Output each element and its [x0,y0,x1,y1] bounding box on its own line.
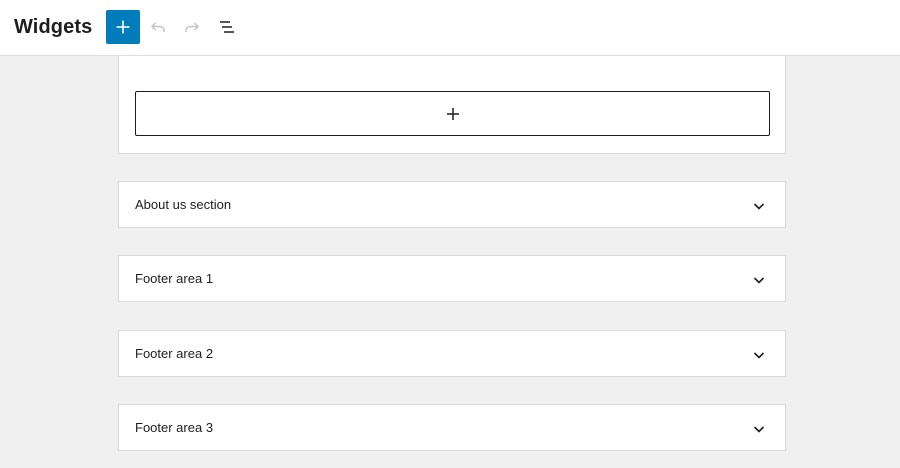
widget-area-label: Footer area 3 [135,420,214,435]
widget-area-open-block [118,56,786,154]
undo-button[interactable] [145,14,171,40]
header-toolbar: Widgets [0,0,900,56]
page-title: Widgets [14,16,93,38]
chevron-down-icon [751,347,767,363]
widget-area-footer-3[interactable]: Footer area 3 [118,404,786,451]
add-block-button[interactable] [106,10,140,44]
redo-button[interactable] [179,14,205,40]
widget-area-footer-1[interactable]: Footer area 1 [118,255,786,302]
widget-area-label: Footer area 1 [135,271,214,286]
widget-area-footer-2[interactable]: Footer area 2 [118,330,786,377]
chevron-down-icon [751,198,767,214]
widget-area-label: Footer area 2 [135,346,214,361]
redo-icon [185,22,199,32]
chevron-down-icon [751,272,767,288]
widget-area-about-us[interactable]: About us section [118,181,786,228]
block-appender-button[interactable] [135,91,770,136]
list-view-icon [220,21,234,33]
widget-area-label: About us section [135,197,232,212]
plus-icon [116,20,130,34]
plus-icon [446,107,459,120]
chevron-down-icon [751,421,767,437]
undo-icon [151,22,165,32]
list-view-button[interactable] [214,14,240,40]
